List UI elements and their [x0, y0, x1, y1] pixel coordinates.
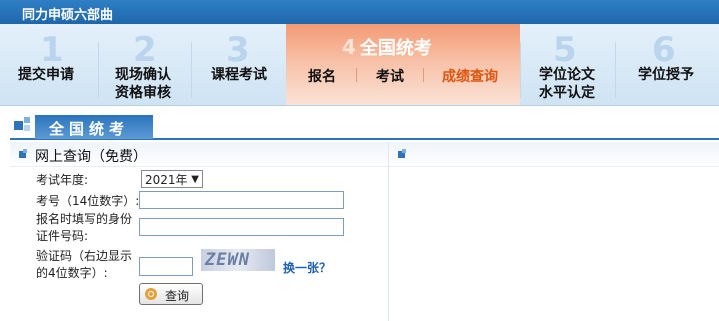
step-2-number: 2	[133, 30, 157, 70]
panel-square-icon	[23, 149, 27, 153]
substep-signup[interactable]: 报名	[308, 66, 336, 86]
year-label: 考试年度:	[36, 173, 89, 187]
section-square-icon	[14, 121, 23, 130]
step-3-number: 3	[226, 30, 250, 70]
step-6-label: 学位授予	[638, 67, 694, 83]
captcha-image[interactable]: ZEWN	[201, 249, 275, 271]
exam-number-input[interactable]	[139, 191, 344, 209]
step-3-label: 课程考试	[211, 67, 267, 83]
top-title-bar: 同力申硕六部曲	[0, 0, 719, 24]
captcha-label-line1: 验证码（右边显示	[36, 249, 133, 263]
query-button-label: 查询	[165, 289, 190, 303]
substep-divider	[356, 68, 357, 82]
step-5-number: 5	[553, 30, 577, 70]
step-5[interactable]: 5 学位论文 水平认定	[521, 24, 615, 105]
query-panel-title: 网上查询（免费）	[35, 149, 147, 165]
step-4-heading: 4 全国统考	[342, 34, 432, 60]
step-2-label: 现场确认 资格审核	[115, 67, 171, 101]
year-select-value: 2021年	[145, 173, 188, 187]
panel-square-icon	[402, 149, 406, 153]
exam-number-label: 考号（14位数字）:	[36, 194, 140, 208]
id-number-label-line1: 报名时填写的身份	[36, 212, 133, 226]
step-4-active[interactable]: 4 全国统考 报名 考试 成绩查询	[286, 24, 520, 105]
step-6-number: 6	[652, 30, 676, 70]
step-1-number: 1	[40, 30, 64, 70]
step-5-label: 学位论文 水平认定	[539, 67, 595, 101]
year-select[interactable]: 2021年 ▼	[141, 170, 203, 188]
section-square-icon	[24, 125, 30, 131]
id-number-label-line2: 证件号码:	[36, 229, 89, 243]
query-panel-header: 网上查询（免费）	[10, 142, 388, 167]
captcha-image-text: ZEWN	[205, 250, 250, 270]
right-panel	[389, 142, 719, 321]
dropdown-arrow-icon: ▼	[191, 174, 199, 185]
refresh-captcha-link[interactable]: 换一张？	[283, 259, 331, 276]
step-1[interactable]: 1 提交申请	[0, 24, 98, 105]
search-icon	[145, 288, 157, 300]
id-number-input[interactable]	[139, 218, 344, 236]
captcha-input[interactable]	[139, 257, 193, 276]
step-4-label: 全国统考	[359, 38, 432, 59]
step-4-number: 4	[342, 35, 356, 59]
section-title-tab: 全国统考	[35, 115, 153, 139]
section-header: 全国统考	[0, 113, 719, 143]
step-2[interactable]: 2 现场确认 资格审核	[99, 24, 191, 105]
section-title: 全国统考	[49, 120, 130, 138]
substep-score-query[interactable]: 成绩查询	[442, 66, 498, 86]
captcha-label-line2: 的4位数字）:	[36, 266, 108, 280]
step-3[interactable]: 3 课程考试	[192, 24, 286, 105]
query-button[interactable]: 查询	[139, 283, 203, 305]
site-title: 同力申硕六部曲	[22, 8, 114, 23]
section-square-icon	[24, 117, 30, 123]
step-6[interactable]: 6 学位授予	[616, 24, 719, 105]
substep-exam[interactable]: 考试	[376, 66, 404, 86]
substep-divider	[423, 68, 424, 82]
right-panel-header	[389, 142, 719, 167]
step-1-label: 提交申请	[18, 67, 74, 83]
